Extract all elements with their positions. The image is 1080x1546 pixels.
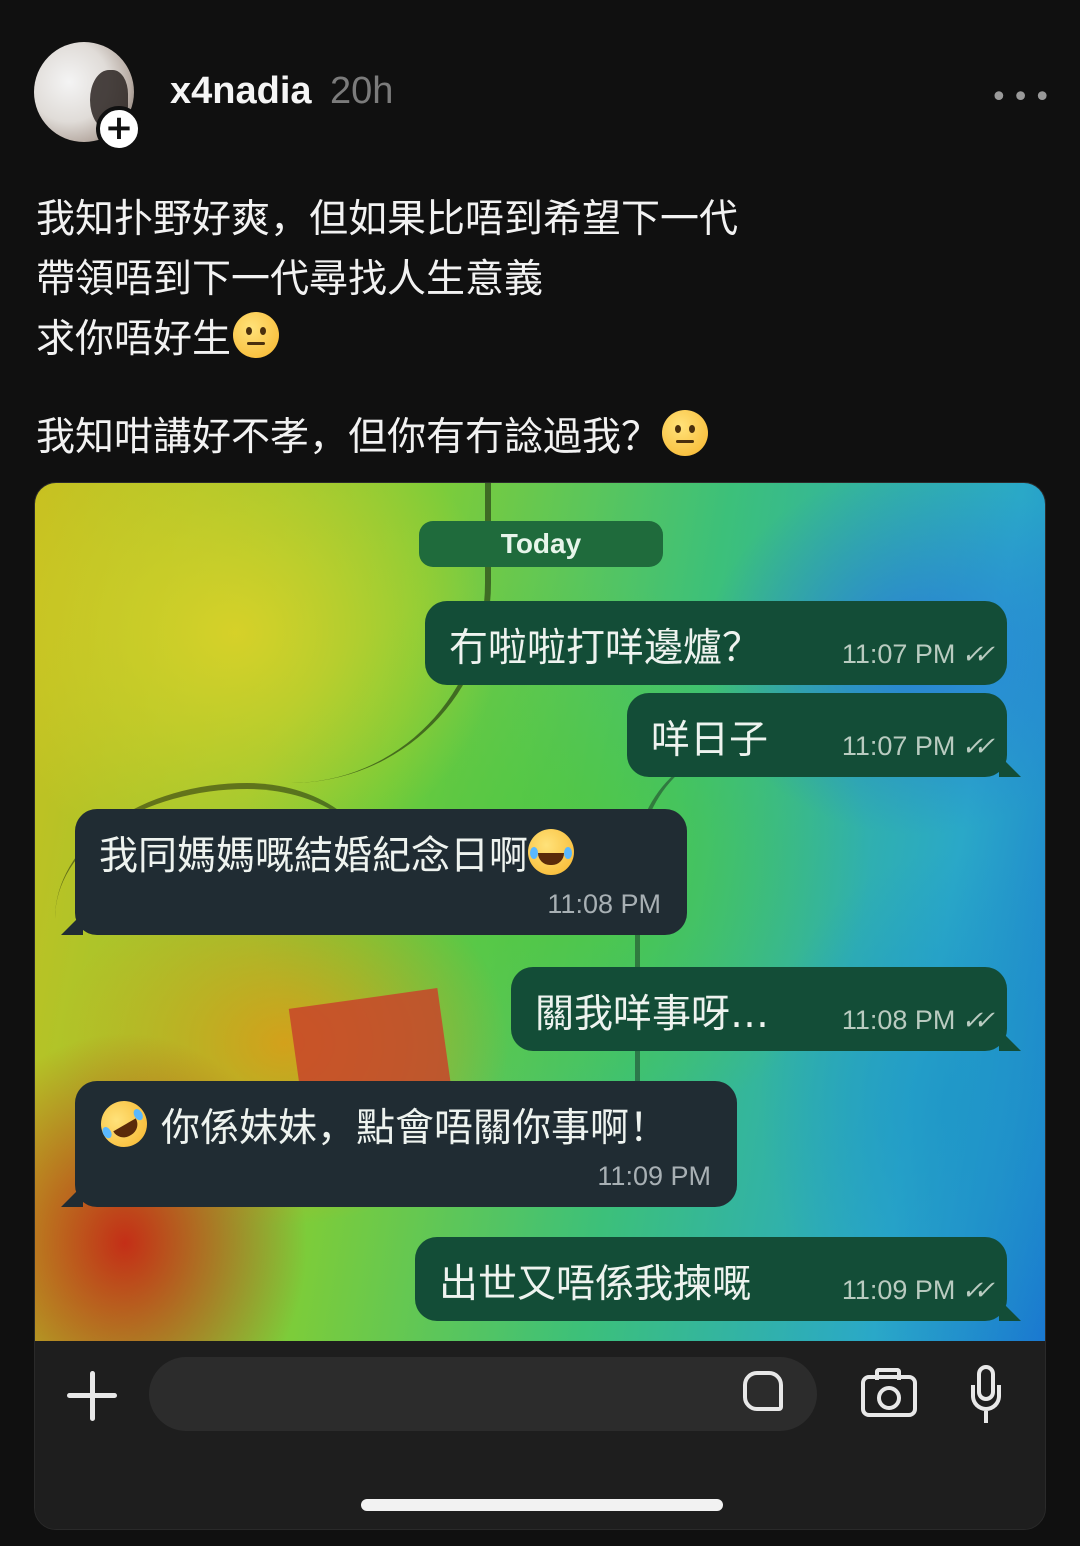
message-bubble-incoming[interactable]: 我同媽媽嘅結婚紀念日啊 11:08 PM bbox=[61, 809, 687, 935]
message-text-row: 我同媽媽嘅結婚紀念日啊 bbox=[99, 825, 575, 881]
follow-plus-icon[interactable]: + bbox=[96, 106, 142, 152]
read-ticks-icon: ✓✓ bbox=[961, 639, 994, 669]
read-ticks-icon: ✓✓ bbox=[961, 731, 994, 761]
mic-stem bbox=[984, 1411, 988, 1423]
neutral-face-emoji bbox=[662, 410, 709, 456]
message-bubble-outgoing[interactable]: 出世又唔係我揀嘅 11:09 PM ✓✓ bbox=[415, 1237, 1021, 1321]
neutral-face-emoji bbox=[233, 312, 280, 358]
more-options-icon[interactable]: ••• bbox=[990, 80, 1055, 115]
mic-cup bbox=[971, 1385, 1001, 1411]
message-time-text: 11:08 PM bbox=[841, 1005, 956, 1035]
message-time: 11:08 PM bbox=[547, 889, 661, 919]
message-text: 冇啦啦打咩邊爐？ bbox=[449, 626, 762, 671]
message-bubble-outgoing[interactable]: 冇啦啦打咩邊爐？ 11:07 PM ✓✓ bbox=[425, 601, 1007, 685]
message-time-text: 11:07 PM bbox=[841, 731, 956, 761]
message-text: 咩日子 bbox=[651, 718, 769, 763]
camera-icon[interactable] bbox=[861, 1368, 917, 1417]
message-text: 你係妹妹，點會唔關你事啊！ bbox=[161, 1106, 669, 1151]
bubble-tail bbox=[61, 1185, 83, 1207]
message-time-text: 11:09 PM bbox=[841, 1275, 956, 1305]
message-bubble-outgoing[interactable]: 咩日子 11:07 PM ✓✓ bbox=[627, 693, 1021, 777]
caption-line-text: 我知咁講好不孝，但你有冇諗過我？ bbox=[36, 415, 661, 460]
message-time: 11:08 PM ✓✓ bbox=[841, 1005, 995, 1036]
message-text: 關我咩事呀… bbox=[535, 992, 770, 1037]
read-ticks-icon: ✓✓ bbox=[961, 1005, 994, 1035]
bubble-tail bbox=[999, 755, 1021, 777]
message-text: 出世又唔係我揀嘅 bbox=[439, 1262, 752, 1307]
read-ticks-icon: ✓✓ bbox=[961, 1275, 994, 1305]
caption-line-text: 帶領唔到下一代尋找人生意義 bbox=[36, 257, 544, 302]
caption-gap bbox=[36, 370, 1046, 408]
message-text-row: 你係妹妹，點會唔關你事啊！ bbox=[92, 1092, 669, 1156]
home-indicator[interactable] bbox=[361, 1499, 723, 1511]
sticker-icon[interactable] bbox=[743, 1371, 783, 1411]
username[interactable]: x4nadia bbox=[170, 70, 312, 113]
caption-line: 帶領唔到下一代尋找人生意義 bbox=[36, 250, 1046, 310]
post-header: + x4nadia 20h ••• bbox=[0, 0, 1080, 170]
caption-line-text: 我知扑野好爽，但如果比唔到希望下一代 bbox=[36, 197, 739, 242]
post-image-chat-screenshot[interactable]: Today 冇啦啦打咩邊爐？ 11:07 PM ✓✓ 咩日子 11:07 PM ✓✓… bbox=[34, 482, 1046, 1530]
message-bubble-outgoing[interactable]: 關我咩事呀… 11:08 PM ✓✓ bbox=[511, 967, 1021, 1051]
bubble-tail bbox=[61, 913, 83, 935]
chat-wallpaper: Today 冇啦啦打咩邊爐？ 11:07 PM ✓✓ 咩日子 11:07 PM ✓✓… bbox=[35, 483, 1045, 1341]
chat-input-bar bbox=[35, 1341, 1045, 1529]
message-bubble-incoming[interactable]: 你係妹妹，點會唔關你事啊！ 11:09 PM bbox=[61, 1081, 737, 1207]
message-time: 11:07 PM ✓✓ bbox=[841, 731, 995, 762]
caption-line: 求你唔好生 bbox=[36, 310, 1046, 370]
caption-line-text: 求你唔好生 bbox=[36, 317, 232, 362]
plus-icon[interactable] bbox=[65, 1369, 119, 1423]
message-text: 我同媽媽嘅結婚紀念日啊 bbox=[99, 834, 529, 879]
message-time: 11:07 PM ✓✓ bbox=[841, 639, 995, 670]
caption-line: 我知咁講好不孝，但你有冇諗過我？ bbox=[36, 408, 1046, 468]
rofl-emoji bbox=[92, 1092, 156, 1156]
bubble-tail bbox=[999, 1299, 1021, 1321]
caption-line: 我知扑野好爽，但如果比唔到希望下一代 bbox=[36, 190, 1046, 250]
date-chip: Today bbox=[419, 521, 663, 567]
post-time-ago: 20h bbox=[330, 70, 394, 112]
mic-icon[interactable] bbox=[971, 1365, 1001, 1429]
message-time-text: 11:07 PM bbox=[841, 639, 956, 669]
laughing-tears-emoji bbox=[528, 829, 575, 875]
message-time: 11:09 PM ✓✓ bbox=[841, 1275, 995, 1306]
message-time: 11:09 PM bbox=[597, 1161, 711, 1191]
post-caption: 我知扑野好爽，但如果比唔到希望下一代 帶領唔到下一代尋找人生意義 求你唔好生 我… bbox=[36, 190, 1046, 468]
bubble-tail bbox=[999, 1029, 1021, 1051]
message-input[interactable] bbox=[149, 1357, 817, 1431]
